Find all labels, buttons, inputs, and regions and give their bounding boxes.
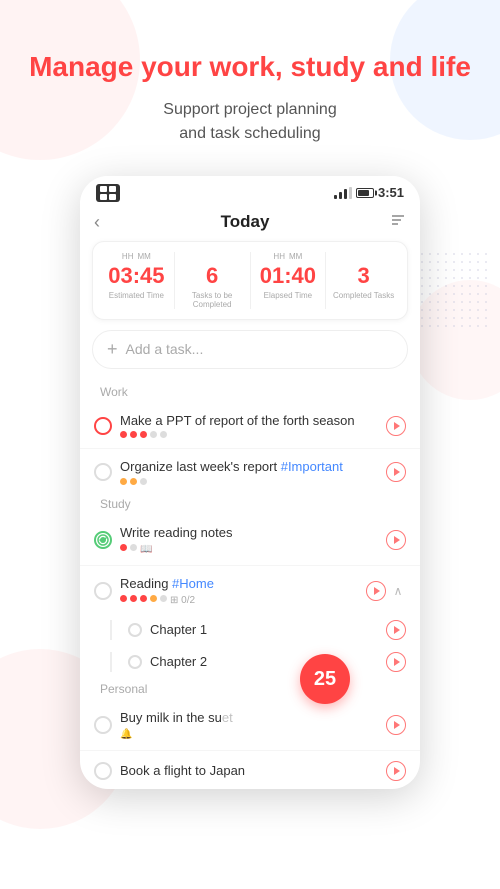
task-content: Write reading notes 📖 (120, 525, 378, 555)
status-bar: 3:51 (80, 176, 420, 206)
task-tag: #Important (281, 459, 343, 474)
divider (80, 565, 420, 566)
floating-badge[interactable]: 25 (300, 654, 350, 704)
stat-estimated-time: HHMM 03:45 Estimated Time (99, 252, 175, 309)
phone-mockup: 3:51 ‹ Today HHMM 03:45 Estimated Time (80, 176, 420, 789)
stat-completed-tasks: 3 Completed Tasks (326, 252, 401, 309)
task-content: Buy milk in the suet 🔔 (120, 710, 378, 740)
priority-dots: ⊞ 0/2 (120, 595, 358, 606)
task-checkbox[interactable] (94, 716, 112, 734)
subtask-line (110, 652, 112, 672)
task-play-button[interactable] (366, 581, 386, 601)
task-item: Organize last week's report #Important (80, 451, 420, 493)
divider (80, 448, 420, 449)
divider (80, 750, 420, 751)
task-text: Book a flight to Japan (120, 763, 378, 780)
task-text: Reading #Home (120, 576, 358, 593)
priority-dots: 📖 (120, 544, 378, 555)
subtask-text: Chapter 1 (150, 622, 378, 639)
task-text: Make a PPT of report of the forth season (120, 413, 378, 430)
task-actions: ∧ (366, 581, 406, 601)
section-label-study: Study (80, 493, 420, 517)
signal-icon (334, 187, 352, 199)
stat-elapsed-time: HHMM 01:40 Elapsed Time (251, 252, 327, 309)
task-tag: #Home (172, 576, 214, 591)
subtask-play-button[interactable] (386, 652, 406, 672)
task-item: Reading #Home ⊞ 0/2 ∧ (80, 568, 420, 614)
stat-tasks-to-complete: 6 Tasks to beCompleted (175, 252, 251, 309)
priority-dots (120, 478, 378, 485)
priority-dots (120, 431, 378, 438)
task-content: Organize last week's report #Important (120, 459, 378, 485)
header-title: Today (221, 212, 270, 232)
add-task-bar[interactable]: + Add a task... (92, 330, 408, 369)
task-progress: ⊞ 0/2 (170, 595, 195, 606)
status-right: 3:51 (334, 185, 404, 200)
task-item: Buy milk in the suet 🔔 (80, 702, 420, 748)
stats-bar: HHMM 03:45 Estimated Time 6 Tasks to beC… (92, 241, 408, 320)
subtask-item: Chapter 1 (80, 614, 420, 646)
back-button[interactable]: ‹ (94, 212, 100, 233)
app-icon (96, 184, 120, 202)
task-play-button[interactable] (386, 416, 406, 436)
add-task-placeholder: Add a task... (126, 341, 204, 357)
task-play-button[interactable] (386, 761, 406, 781)
task-checkbox-reading[interactable] (94, 531, 112, 549)
add-plus-icon: + (107, 339, 118, 360)
task-checkbox[interactable] (94, 762, 112, 780)
subtask-checkbox[interactable] (128, 623, 142, 637)
subtask-play-button[interactable] (386, 620, 406, 640)
task-checkbox[interactable] (94, 582, 112, 600)
task-content: Make a PPT of report of the forth season (120, 413, 378, 439)
task-item: Make a PPT of report of the forth season (80, 405, 420, 447)
section-label-personal: Personal (80, 678, 420, 702)
time-display: 3:51 (378, 185, 404, 200)
task-play-button[interactable] (386, 715, 406, 735)
task-text: Buy milk in the suet (120, 710, 378, 727)
task-text: Organize last week's report #Important (120, 459, 378, 476)
subtask-item: Chapter 2 (80, 646, 420, 678)
task-expand-button[interactable]: ∧ (390, 583, 406, 599)
task-play-button[interactable] (386, 530, 406, 550)
bell-icon: 🔔 (120, 729, 132, 740)
subtask-checkbox[interactable] (128, 655, 142, 669)
task-content: Reading #Home ⊞ 0/2 (120, 576, 358, 606)
task-checkbox[interactable] (94, 463, 112, 481)
page-headline: Manage your work, study and life (9, 50, 491, 84)
task-text: Write reading notes (120, 525, 378, 542)
page-subheadline: Support project planning and task schedu… (163, 98, 336, 146)
task-meta: 🔔 (120, 729, 378, 740)
subtask-line (110, 620, 112, 640)
book-icon: 📖 (140, 544, 152, 555)
section-label-work: Work (80, 381, 420, 405)
app-header: ‹ Today (80, 206, 420, 241)
task-item: Book a flight to Japan (80, 753, 420, 789)
sort-button[interactable] (390, 212, 406, 233)
battery-icon (356, 188, 374, 198)
task-item: Write reading notes 📖 (80, 517, 420, 563)
task-checkbox[interactable] (94, 417, 112, 435)
task-play-button[interactable] (386, 462, 406, 482)
